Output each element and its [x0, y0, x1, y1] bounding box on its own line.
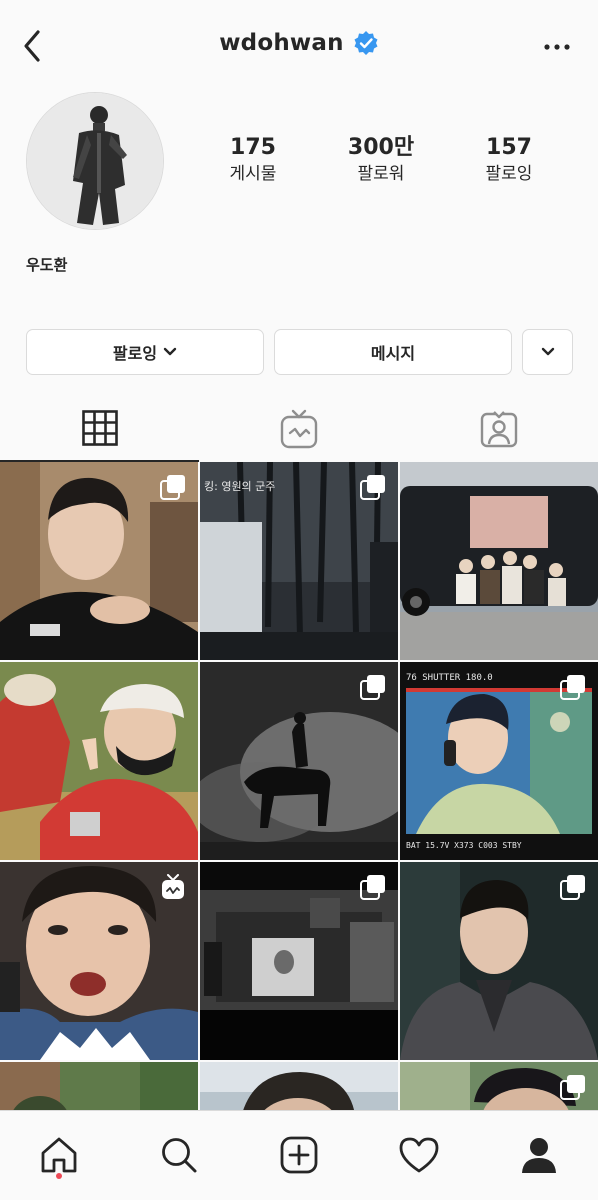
search-icon — [162, 1138, 197, 1173]
username-header: wdohwan — [0, 30, 598, 56]
verified-badge-icon — [354, 31, 378, 55]
tab-igtv[interactable] — [199, 396, 398, 462]
following-button[interactable]: 팔로잉 — [26, 329, 264, 375]
profile-icon — [522, 1138, 556, 1173]
posts-grid: 킹: 영원의 군주 76 SHUTTER 180.0 BAT 15.7V X37… — [0, 462, 598, 1122]
nav-new-post[interactable] — [269, 1125, 329, 1185]
message-button[interactable]: 메시지 — [274, 329, 512, 375]
carousel-icon — [560, 675, 585, 700]
carousel-icon — [560, 875, 585, 900]
igtv-icon — [280, 409, 317, 449]
followers-label: 팔로워 — [357, 164, 405, 184]
post-thumbnail[interactable]: 킹: 영원의 군주 — [200, 462, 398, 660]
heart-icon — [399, 1137, 439, 1173]
tagged-person-icon — [480, 411, 517, 448]
nav-profile[interactable] — [509, 1125, 569, 1185]
suggested-accounts-button[interactable] — [522, 329, 573, 375]
username: wdohwan — [219, 30, 344, 56]
post-thumbnail[interactable] — [200, 662, 398, 860]
chevron-down-icon — [541, 347, 554, 356]
avatar-photo — [27, 93, 163, 229]
nav-activity[interactable] — [389, 1125, 449, 1185]
notification-dot — [56, 1173, 62, 1179]
tab-tagged[interactable] — [399, 396, 598, 462]
chevron-down-icon — [163, 347, 177, 356]
top-bar: wdohwan — [0, 0, 598, 92]
post-thumbnail[interactable] — [0, 462, 198, 660]
post-thumbnail[interactable]: 76 SHUTTER 180.0 BAT 15.7V X373 C003 STB… — [400, 662, 598, 860]
home-icon — [41, 1137, 77, 1173]
profile-tabs — [0, 396, 598, 462]
post-overlay-text: 76 SHUTTER 180.0 — [406, 673, 493, 683]
post-thumbnail[interactable] — [0, 862, 198, 1060]
post-thumbnail[interactable] — [400, 462, 598, 660]
more-options-button[interactable] — [542, 36, 572, 58]
stat-followers[interactable]: 300만 팔로워 — [326, 134, 436, 186]
carousel-icon — [360, 875, 385, 900]
post-thumbnail[interactable] — [200, 862, 398, 1060]
post-thumbnail[interactable] — [400, 862, 598, 1060]
grid-icon — [81, 410, 118, 446]
profile-screen: wdohwan 175 게시물 300만 팔로워 157 팔로잉 우도환 팔로잉… — [0, 0, 598, 1200]
post-caption-text: 킹: 영원의 군주 — [204, 480, 275, 493]
display-name: 우도환 — [26, 256, 68, 274]
carousel-icon — [360, 675, 385, 700]
svg-text:BAT 15.7V X373 C003 STBY: BAT 15.7V X373 C003 STBY — [406, 841, 522, 850]
carousel-icon — [160, 475, 185, 500]
igtv-post-icon — [162, 874, 184, 899]
bottom-navigation — [0, 1110, 598, 1200]
stat-following[interactable]: 157 팔로잉 — [454, 134, 564, 186]
more-horizontal-icon — [544, 44, 570, 50]
posts-count: 175 — [230, 135, 276, 160]
carousel-icon — [360, 475, 385, 500]
stat-posts[interactable]: 175 게시물 — [198, 134, 308, 186]
following-label: 팔로잉 — [485, 164, 533, 184]
message-button-label: 메시지 — [370, 344, 416, 363]
profile-avatar[interactable] — [26, 92, 164, 230]
nav-search[interactable] — [149, 1125, 209, 1185]
nav-home[interactable] — [29, 1125, 89, 1185]
post-photo — [0, 662, 198, 860]
post-thumbnail[interactable] — [0, 662, 198, 860]
followers-count: 300만 — [347, 135, 415, 160]
following-button-label: 팔로잉 — [112, 344, 158, 363]
carousel-icon — [560, 1075, 585, 1100]
post-photo — [400, 462, 598, 660]
posts-label: 게시물 — [229, 164, 277, 184]
following-count: 157 — [486, 135, 532, 160]
tab-grid[interactable] — [0, 396, 199, 462]
plus-square-icon — [280, 1136, 318, 1174]
